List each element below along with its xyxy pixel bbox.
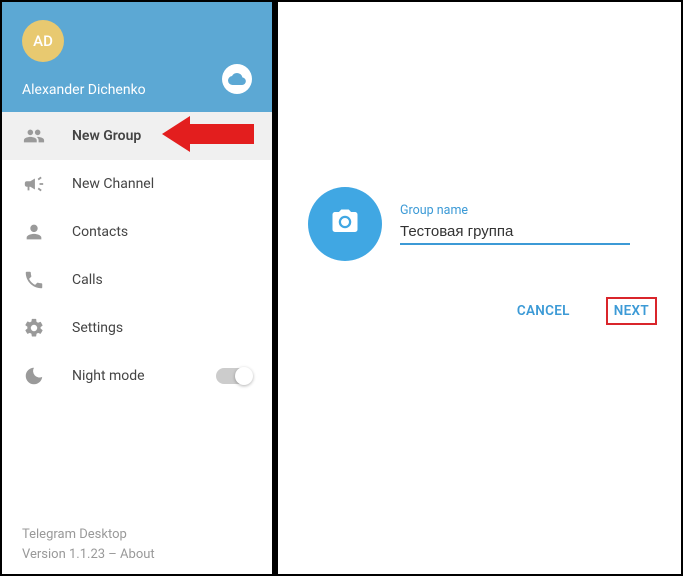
callout-arrow-icon (162, 116, 254, 156)
next-button[interactable]: NEXT (606, 297, 657, 325)
footer: Telegram Desktop Version 1.1.23 – About (2, 525, 272, 574)
night-mode-toggle[interactable] (216, 368, 252, 384)
group-name-input[interactable] (400, 220, 630, 245)
version-about[interactable]: Version 1.1.23 – About (22, 545, 252, 565)
main-panel: Group name CANCEL NEXT (278, 2, 681, 574)
cloud-icon[interactable] (222, 64, 252, 94)
avatar[interactable]: AD (22, 20, 64, 62)
megaphone-icon (22, 172, 46, 196)
menu-label: Night mode (72, 368, 145, 384)
phone-icon (22, 268, 46, 292)
avatar-initials: AD (33, 32, 53, 50)
profile-header: AD Alexander Dichenko (2, 2, 272, 112)
menu-label: New Channel (72, 176, 154, 192)
menu: New Group New Channel Contacts Calls (2, 112, 272, 525)
app-name: Telegram Desktop (22, 525, 252, 545)
menu-label: Settings (72, 320, 123, 336)
menu-item-new-channel[interactable]: New Channel (2, 160, 272, 208)
menu-item-settings[interactable]: Settings (2, 304, 272, 352)
menu-item-contacts[interactable]: Contacts (2, 208, 272, 256)
menu-item-night-mode[interactable]: Night mode (2, 352, 272, 400)
moon-icon (22, 364, 46, 388)
group-name-label: Group name (400, 203, 630, 218)
gear-icon (22, 316, 46, 340)
menu-label: Calls (72, 272, 103, 288)
menu-label: Contacts (72, 224, 128, 240)
group-icon (22, 124, 46, 148)
camera-icon (330, 207, 360, 241)
cancel-button[interactable]: CANCEL (511, 299, 576, 323)
menu-label: New Group (72, 128, 141, 144)
group-name-field: Group name (400, 203, 630, 245)
menu-item-calls[interactable]: Calls (2, 256, 272, 304)
dialog-actions: CANCEL NEXT (511, 297, 657, 325)
profile-name: Alexander Dichenko (22, 82, 252, 98)
person-icon (22, 220, 46, 244)
new-group-dialog: Group name (308, 187, 630, 261)
group-photo-button[interactable] (308, 187, 382, 261)
sidebar: AD Alexander Dichenko New Group New Chan… (2, 2, 272, 574)
menu-item-new-group[interactable]: New Group (2, 112, 272, 160)
